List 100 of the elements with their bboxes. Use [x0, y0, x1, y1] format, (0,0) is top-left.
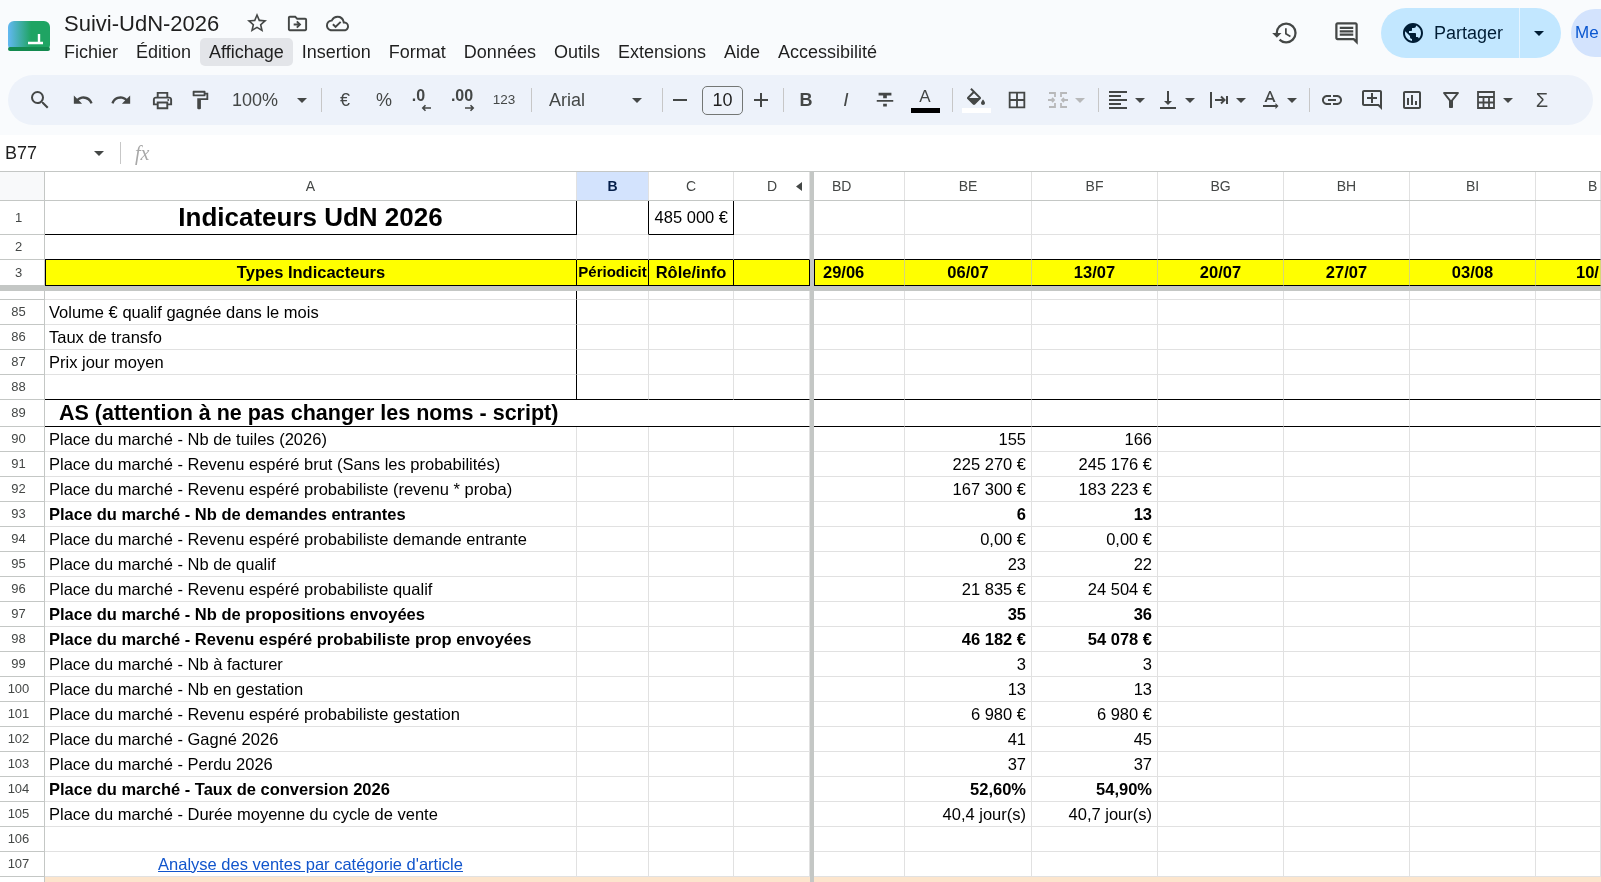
table-cell — [1536, 350, 1601, 375]
sheet-link[interactable]: Analyse des ventes par catégorie d'article — [158, 851, 463, 877]
menu-item[interactable]: Accessibilité — [769, 38, 887, 66]
row-header[interactable]: 91 — [0, 452, 45, 477]
table-cell: 24 504 € — [1032, 577, 1158, 602]
caret-icon — [297, 97, 307, 103]
caret-icon — [1075, 97, 1085, 103]
minus-icon — [673, 99, 687, 101]
chart-icon — [1400, 88, 1424, 112]
number-format-button[interactable]: 123 — [487, 82, 521, 118]
menu-item[interactable]: Insertion — [292, 38, 380, 66]
date-cell: 06/07 — [905, 260, 1032, 286]
table-cell — [1536, 477, 1601, 502]
table-cell: 45 — [1032, 727, 1158, 752]
table-cell — [577, 677, 649, 702]
star-icon — [245, 11, 270, 35]
table-cell — [577, 652, 649, 677]
bold-button[interactable]: B — [789, 82, 823, 118]
row-header[interactable]: 100 — [0, 677, 45, 702]
table-cell — [577, 802, 649, 827]
percent-button[interactable]: % — [369, 82, 399, 118]
menu-item[interactable]: Fichier — [55, 38, 127, 66]
row-header[interactable]: 103 — [0, 752, 45, 777]
menu-item[interactable]: Données — [454, 38, 545, 66]
table-cell: Place du marché - Durée moyenne du cycle de vente — [45, 802, 577, 827]
decrease-decimals-button[interactable]: .0 — [405, 82, 439, 118]
row-header[interactable]: 104 — [0, 777, 45, 802]
increase-decimals-button[interactable]: .00 — [444, 82, 482, 118]
table-cell: 40,4 jour(s) — [905, 802, 1032, 827]
table-cell — [577, 777, 649, 802]
row-header[interactable]: 89 — [0, 400, 45, 427]
row-header[interactable]: 93 — [0, 502, 45, 527]
table-cell: 40,7 jour(s) — [1032, 802, 1158, 827]
table-cell: 35 — [905, 602, 1032, 627]
row-header[interactable]: 101 — [0, 702, 45, 727]
menu-item[interactable]: Extensions — [608, 38, 715, 66]
table-cell — [1536, 652, 1601, 677]
row-header[interactable]: 106 — [0, 827, 45, 852]
table-cell: 54 078 € — [1032, 627, 1158, 652]
currency-button[interactable]: € — [330, 82, 360, 118]
row-header[interactable]: 90 — [0, 427, 45, 452]
row-header[interactable]: 107 — [0, 852, 45, 877]
table-cell — [1536, 702, 1601, 727]
menu-item[interactable]: Affichage — [200, 38, 293, 66]
name-box[interactable]: B77 — [0, 138, 112, 168]
row-header[interactable]: 92 — [0, 477, 45, 502]
row-header[interactable]: 98 — [0, 627, 45, 652]
row-header[interactable]: 102 — [0, 727, 45, 752]
arrow-left-icon — [421, 104, 433, 112]
row-header[interactable]: 99 — [0, 652, 45, 677]
table-cell — [1536, 400, 1601, 427]
color-swatch-icon — [910, 107, 940, 113]
zoom-dropdown[interactable]: 100% — [224, 82, 314, 118]
table-cell — [1536, 727, 1601, 752]
table-cell: 21 835 € — [905, 577, 1032, 602]
table-cell: 167 300 € — [905, 477, 1032, 502]
row-header[interactable]: 105 — [0, 802, 45, 827]
row-header[interactable]: 86 — [0, 325, 45, 350]
section-title: AS (attention à ne pas changer les noms - script) — [45, 400, 810, 427]
table-cell — [1536, 777, 1601, 802]
share-button[interactable]: Partager — [1381, 8, 1519, 58]
menu-item[interactable]: Aide — [715, 38, 770, 66]
row-header[interactable]: 97 — [0, 602, 45, 627]
account-button[interactable]: Me — [1571, 9, 1601, 57]
document-title[interactable]: Suivi-UdN-2026 — [55, 6, 220, 40]
caret-icon — [1533, 30, 1544, 36]
table-cell — [577, 201, 649, 235]
table-cell: Place du marché - Revenu espéré probabiliste demande entrante — [45, 527, 577, 552]
font-dropdown[interactable]: Arial — [541, 82, 651, 118]
italic-button[interactable]: I — [829, 82, 863, 118]
row-header[interactable]: 96 — [0, 577, 45, 602]
table-cell: 245 176 € — [1032, 452, 1158, 477]
menu-item[interactable]: Outils — [544, 38, 609, 66]
table-cell: 225 270 € — [905, 452, 1032, 477]
table-cell: Volume € qualif gagnée dans le mois — [45, 300, 577, 325]
table-cell: 485 000 € — [649, 201, 734, 235]
menu-item[interactable]: Format — [379, 38, 455, 66]
row-header[interactable]: 85 — [0, 300, 45, 325]
row-header[interactable]: 87 — [0, 350, 45, 375]
row-header[interactable]: 3 — [0, 260, 45, 286]
row-header[interactable]: 88 — [0, 375, 45, 400]
font-size-field[interactable]: 10 — [702, 85, 743, 115]
text-color-button[interactable]: A — [908, 82, 942, 118]
align-left-icon — [1106, 88, 1130, 112]
row-header[interactable]: 1 — [0, 201, 45, 235]
row-header[interactable]: 95 — [0, 552, 45, 577]
table-cell: Place du marché - Nb de qualif — [45, 552, 577, 577]
column-header[interactable]: B — [577, 172, 649, 200]
date-cell: 10/ — [1536, 260, 1601, 286]
row-header[interactable]: 94 — [0, 527, 45, 552]
functions-button[interactable]: Σ — [1525, 82, 1559, 118]
menu-item[interactable]: Édition — [127, 38, 201, 66]
table-cell — [577, 552, 649, 577]
table-cell — [577, 827, 649, 852]
caret-icon — [1503, 97, 1513, 103]
table-cell — [1536, 827, 1601, 852]
table-cell: 3 — [905, 652, 1032, 677]
row-header[interactable]: 2 — [0, 235, 45, 260]
caret-icon — [1135, 97, 1145, 103]
table-cell: 0,00 € — [905, 527, 1032, 552]
